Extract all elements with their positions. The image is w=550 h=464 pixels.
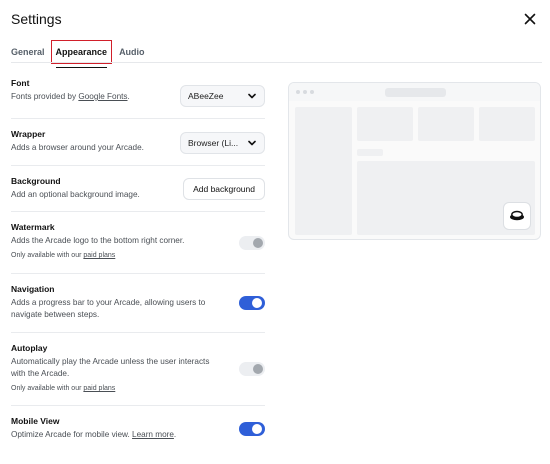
page-title: Settings <box>11 11 62 27</box>
setting-autoplay: Autoplay Automatically play the Arcade u… <box>11 333 265 406</box>
learn-more-link[interactable]: Learn more <box>132 430 174 439</box>
preview-card-block <box>479 107 535 141</box>
wrapper-select-value: Browser (Li... <box>188 138 239 148</box>
wrapper-select[interactable]: Browser (Li... <box>180 132 265 154</box>
preview-card-block <box>418 107 474 141</box>
wrapper-preview <box>288 82 541 240</box>
settings-list: Font Fonts provided by Google Fonts. ABe… <box>11 78 265 448</box>
setting-watermark: Watermark Adds the Arcade logo to the bo… <box>11 212 265 274</box>
setting-title: Mobile View <box>11 416 60 426</box>
paid-plan-note: Only available with our paid plans <box>11 384 265 393</box>
setting-description-text: Optimize Arcade for mobile view. <box>11 430 133 439</box>
setting-title: Autoplay <box>11 343 48 353</box>
toggle-knob <box>252 424 262 434</box>
autoplay-toggle[interactable] <box>239 362 265 376</box>
tab-audio[interactable]: Audio <box>119 46 145 58</box>
watermark-toggle[interactable] <box>239 236 265 250</box>
arcade-logo-icon[interactable] <box>503 202 531 230</box>
preview-card-block <box>357 107 413 141</box>
add-background-button[interactable]: Add background <box>183 178 265 200</box>
preview-window-dot <box>296 90 300 94</box>
paid-plans-link[interactable]: paid plans <box>83 252 115 259</box>
setting-description: Adds the Arcade logo to the bottom right… <box>11 236 185 245</box>
close-icon[interactable] <box>522 11 538 27</box>
toggle-knob <box>252 298 262 308</box>
font-select-value: ABeeZee <box>188 91 224 101</box>
tab-appearance[interactable]: Appearance <box>50 40 113 68</box>
paid-plan-note-text: Only available with our <box>11 385 84 392</box>
paid-plan-note-text: Only available with our <box>11 252 84 259</box>
tabs-divider <box>11 62 542 63</box>
setting-background: Background Add an optional background im… <box>11 166 265 212</box>
paid-plan-note: Only available with our paid plans <box>11 251 265 260</box>
setting-mobile-view: Mobile View Optimize Arcade for mobile v… <box>11 406 265 448</box>
setting-description-text: Fonts provided by <box>11 92 79 101</box>
setting-navigation: Navigation Adds a progress bar to your A… <box>11 274 265 333</box>
navigation-toggle[interactable] <box>239 296 265 310</box>
setting-title: Watermark <box>11 222 55 232</box>
preview-window-dot <box>310 90 314 94</box>
setting-description-suffix: . <box>127 92 130 101</box>
preview-sidebar-block <box>295 107 352 235</box>
google-fonts-link[interactable]: Google Fonts <box>78 92 127 101</box>
preview-heading-block <box>357 149 383 156</box>
toggle-knob <box>253 238 263 248</box>
setting-description: Automatically play the Arcade unless the… <box>11 357 210 378</box>
setting-font: Font Fonts provided by Google Fonts. ABe… <box>11 78 265 119</box>
setting-description: Optimize Arcade for mobile view. Learn m… <box>11 429 265 441</box>
setting-description: Adds a progress bar to your Arcade, allo… <box>11 298 206 319</box>
tab-bar: General Appearance Audio <box>11 40 155 68</box>
font-select[interactable]: ABeeZee <box>180 85 265 107</box>
preview-window-dot <box>303 90 307 94</box>
paid-plans-link[interactable]: paid plans <box>83 385 115 392</box>
mobile-view-toggle[interactable] <box>239 422 265 436</box>
setting-title: Navigation <box>11 284 55 294</box>
setting-description-suffix: . <box>173 430 177 439</box>
setting-wrapper: Wrapper Adds a browser around your Arcad… <box>11 119 265 166</box>
arcade-logo-glyph <box>510 210 524 221</box>
preview-url-bar <box>385 88 446 97</box>
tab-general[interactable]: General <box>11 46 45 58</box>
chevron-down-icon <box>248 140 256 146</box>
chevron-down-icon <box>248 93 256 99</box>
toggle-knob <box>253 364 263 374</box>
